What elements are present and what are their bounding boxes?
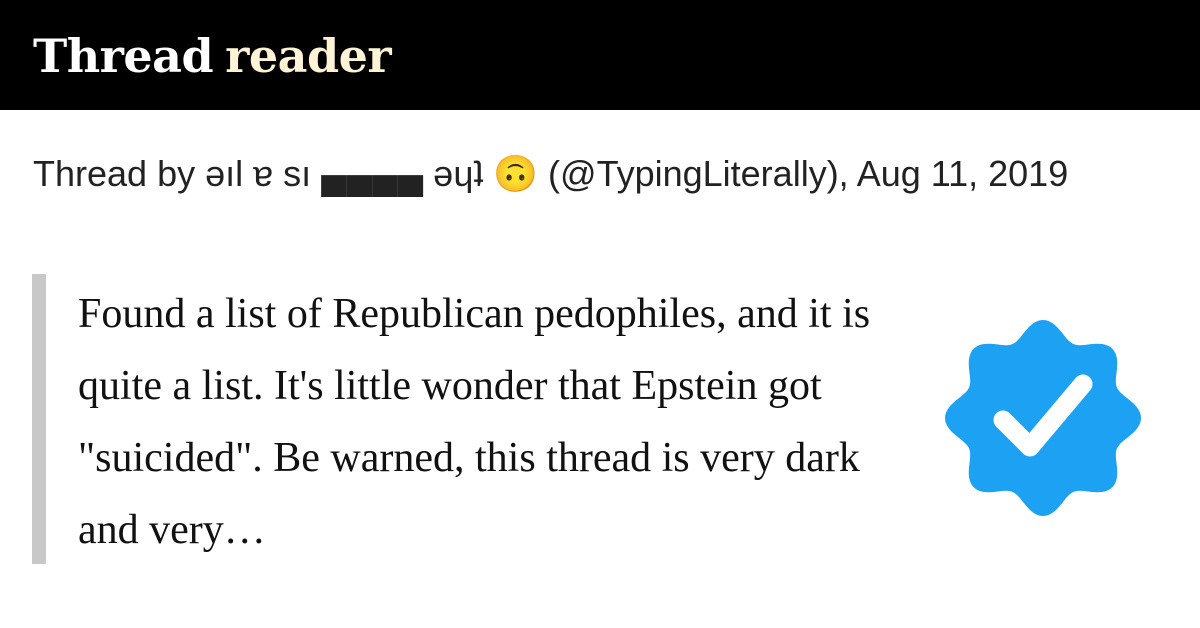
logo-word-thread: Thread — [33, 29, 214, 83]
thread-byline: Thread by əıl ɐ sı ▄▄▄▄ əɥʇ 🙃 (@TypingLi… — [33, 153, 1069, 194]
quote-bar — [32, 274, 46, 564]
verified-check-icon — [945, 320, 1141, 516]
header-bar: Thread reader — [0, 0, 1200, 110]
tweet-excerpt: Found a list of Republican pedophiles, a… — [78, 291, 871, 553]
logo-word-reader: reader — [225, 29, 392, 83]
thread-reader-logo[interactable]: Thread reader — [33, 28, 392, 84]
thread-reader-card: Thread reader Thread by əıl ɐ sı ▄▄▄▄ əɥʇ… — [0, 0, 1200, 628]
